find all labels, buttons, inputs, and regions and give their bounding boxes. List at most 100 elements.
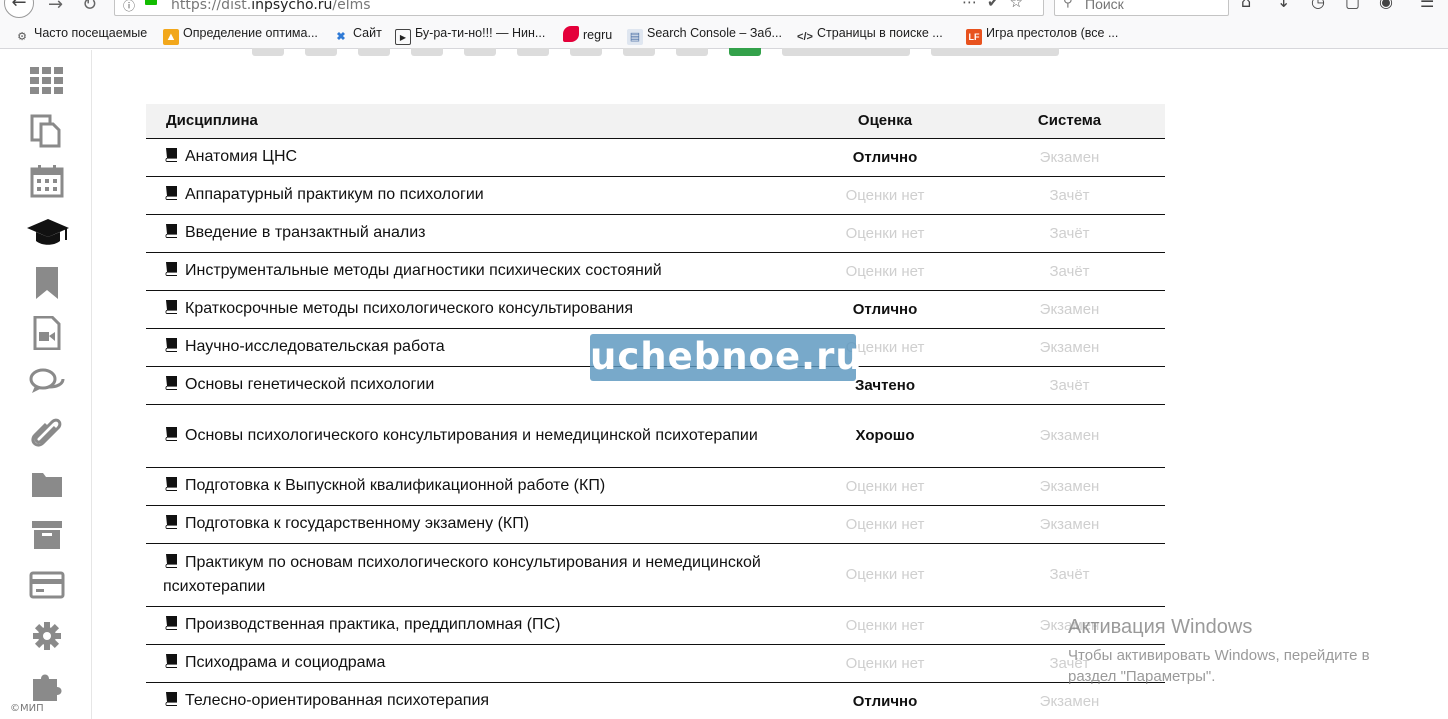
discipline-name[interactable]: Основы психологического консультирования… bbox=[185, 427, 758, 444]
discipline-name[interactable]: Введение в транзактный анализ bbox=[185, 224, 426, 241]
paperclip-icon[interactable] bbox=[29, 417, 65, 451]
payment-card-icon[interactable] bbox=[29, 568, 65, 602]
page-button[interactable] bbox=[252, 48, 284, 56]
book-icon bbox=[163, 300, 185, 317]
bookmark-item[interactable]: ▶ Бу-ра-ти-но!!! — Нин... bbox=[395, 26, 545, 45]
discipline-name[interactable]: Подготовка к государственному экзамену (… bbox=[185, 515, 529, 532]
puzzle-icon[interactable] bbox=[29, 669, 65, 703]
star-icon[interactable]: ☆ bbox=[1010, 0, 1033, 11]
graduation-cap-icon[interactable] bbox=[26, 215, 70, 249]
book-icon bbox=[163, 654, 185, 671]
discipline-cell: Телесно-ориентированная психотерапия bbox=[146, 682, 796, 719]
table-row[interactable]: Практикум по основам психологического ко… bbox=[146, 543, 1165, 607]
settings-icon[interactable] bbox=[29, 619, 65, 653]
discipline-name[interactable]: Телесно-ориентированная психотерапия bbox=[185, 692, 489, 709]
reload-button[interactable]: ↻ bbox=[82, 0, 97, 15]
book-icon bbox=[163, 376, 185, 393]
table-row[interactable]: Аппаратурный практикум по психологии Оцен… bbox=[146, 176, 1165, 215]
search-bar[interactable]: ⚲ bbox=[1054, 0, 1229, 16]
grade-cell: Оценки нет bbox=[796, 214, 974, 253]
watermark: uchebnoe.ru bbox=[590, 334, 863, 381]
site-info-icon[interactable]: ⓘ bbox=[123, 0, 135, 14]
browser-toolbar: ← → ↻ ⓘ https://dist.inpsycho.ru/elms ⋯✔… bbox=[0, 0, 1448, 20]
home-icon[interactable]: ⌂ bbox=[1241, 0, 1251, 11]
address-bar[interactable]: ⓘ https://dist.inpsycho.ru/elms ⋯✔☆ bbox=[114, 0, 1044, 16]
discipline-cell: Введение в транзактный анализ bbox=[146, 214, 796, 253]
book-icon bbox=[163, 426, 185, 444]
watermark-text: uchebnoe.ru bbox=[590, 335, 863, 378]
bookmark-item[interactable]: ✖ Сайт bbox=[333, 26, 381, 44]
calendar-icon[interactable] bbox=[29, 164, 65, 198]
table-row[interactable]: Введение в транзактный анализ Оценки нет З… bbox=[146, 214, 1165, 253]
page-button[interactable] bbox=[623, 48, 655, 56]
table-row[interactable]: Производственная практика, преддипломная… bbox=[146, 606, 1165, 645]
discipline-cell: Аппаратурный практикум по психологии bbox=[146, 176, 796, 215]
history-icon[interactable]: ◷ bbox=[1311, 0, 1325, 11]
system-cell: Экзамен bbox=[974, 404, 1165, 468]
column-header-system[interactable]: Система bbox=[974, 104, 1165, 139]
code-icon: </> bbox=[797, 31, 813, 43]
extension-icon[interactable]: ◉ bbox=[1379, 0, 1393, 11]
page-actions-icon[interactable]: ⋯ bbox=[962, 0, 987, 11]
table-row[interactable]: Подготовка к государственному экзамену (… bbox=[146, 505, 1165, 544]
system-cell: Экзамен bbox=[974, 138, 1165, 177]
page-button[interactable] bbox=[411, 48, 443, 56]
discipline-name[interactable]: Практикум по основам психологического ко… bbox=[163, 554, 761, 595]
page-nav-button[interactable] bbox=[931, 48, 1059, 56]
grade-cell: Оценки нет bbox=[796, 505, 974, 544]
bookmark-item[interactable]: LF Игра престолов (все ... bbox=[966, 26, 1118, 45]
bookmark-item[interactable]: ⚙ Часто посещаемые bbox=[14, 26, 147, 44]
reader-icon[interactable]: ▢ bbox=[1345, 0, 1360, 11]
table-row[interactable]: Подготовка к Выпускной квалификационной … bbox=[146, 467, 1165, 506]
table-row[interactable]: Психодрама и социодрама Оценки нет Зачёт bbox=[146, 644, 1165, 683]
column-header-discipline[interactable]: Дисциплина bbox=[146, 104, 796, 139]
folder-icon[interactable] bbox=[29, 467, 65, 501]
discipline-name[interactable]: Инструментальные методы диагностики псих… bbox=[185, 262, 662, 279]
discipline-name[interactable]: Психодрама и социодрама bbox=[185, 654, 385, 671]
discipline-name[interactable]: Анатомия ЦНС bbox=[185, 148, 297, 165]
grade-cell: Оценки нет bbox=[796, 606, 974, 645]
table-row[interactable]: Основы психологического консультирования… bbox=[146, 404, 1165, 468]
pocket-icon[interactable]: ✔ bbox=[987, 0, 1010, 11]
discipline-name[interactable]: Производственная практика, преддипломная… bbox=[185, 616, 560, 633]
discipline-name[interactable]: Аппаратурный практикум по психологии bbox=[185, 186, 484, 203]
page-button[interactable] bbox=[570, 48, 602, 56]
search-input[interactable] bbox=[1085, 0, 1215, 12]
page-button[interactable] bbox=[358, 48, 390, 56]
copyright-text: ©МИП bbox=[10, 703, 44, 714]
discipline-name[interactable]: Основы генетической психологии bbox=[185, 376, 434, 393]
table-row[interactable]: Краткосрочные методы психологического ко… bbox=[146, 290, 1165, 329]
table-row[interactable]: Инструментальные методы диагностики псих… bbox=[146, 252, 1165, 291]
bookmark-item[interactable]: ▤ Search Console – Заб... bbox=[627, 26, 782, 45]
sidebar: ©МИП bbox=[0, 50, 92, 719]
bookmark-item[interactable]: ▲ Определение оптима... bbox=[163, 26, 318, 45]
bookmark-item[interactable]: regru bbox=[563, 26, 612, 44]
url-text[interactable]: https://dist.inpsycho.ru/elms bbox=[171, 0, 371, 13]
chat-icon[interactable] bbox=[29, 366, 65, 400]
menu-icon[interactable]: ☰ bbox=[1420, 0, 1434, 11]
table-row[interactable]: Телесно-ориентированная психотерапия Отли… bbox=[146, 682, 1165, 719]
discipline-name[interactable]: Краткосрочные методы психологического ко… bbox=[185, 300, 633, 317]
page-nav-button[interactable] bbox=[782, 48, 910, 56]
discipline-cell: Производственная практика, преддипломная… bbox=[146, 606, 796, 645]
page-button[interactable] bbox=[305, 48, 337, 56]
discipline-name[interactable]: Подготовка к Выпускной квалификационной … bbox=[185, 477, 605, 494]
download-icon[interactable]: ↧ bbox=[1277, 0, 1290, 11]
grade-cell: Оценки нет bbox=[796, 252, 974, 291]
apps-grid-icon[interactable] bbox=[29, 64, 65, 98]
table-row[interactable]: Анатомия ЦНС Отлично Экзамен bbox=[146, 138, 1165, 177]
discipline-name[interactable]: Научно-исследовательская работа bbox=[185, 338, 445, 355]
back-button[interactable]: ← bbox=[4, 0, 34, 18]
archive-icon[interactable] bbox=[29, 518, 65, 552]
bookmark-icon[interactable] bbox=[29, 266, 65, 300]
page-button[interactable] bbox=[517, 48, 549, 56]
grade-cell: Оценки нет bbox=[796, 176, 974, 215]
page-button[interactable] bbox=[464, 48, 496, 56]
page-button[interactable] bbox=[676, 48, 708, 56]
page-button-active[interactable] bbox=[729, 48, 761, 56]
column-header-grade[interactable]: Оценка bbox=[796, 104, 974, 139]
video-file-icon[interactable] bbox=[29, 315, 65, 351]
bookmark-item[interactable]: </> Страницы в поиске ... bbox=[797, 26, 943, 44]
forward-button[interactable]: → bbox=[48, 0, 63, 15]
documents-icon[interactable] bbox=[29, 114, 65, 148]
